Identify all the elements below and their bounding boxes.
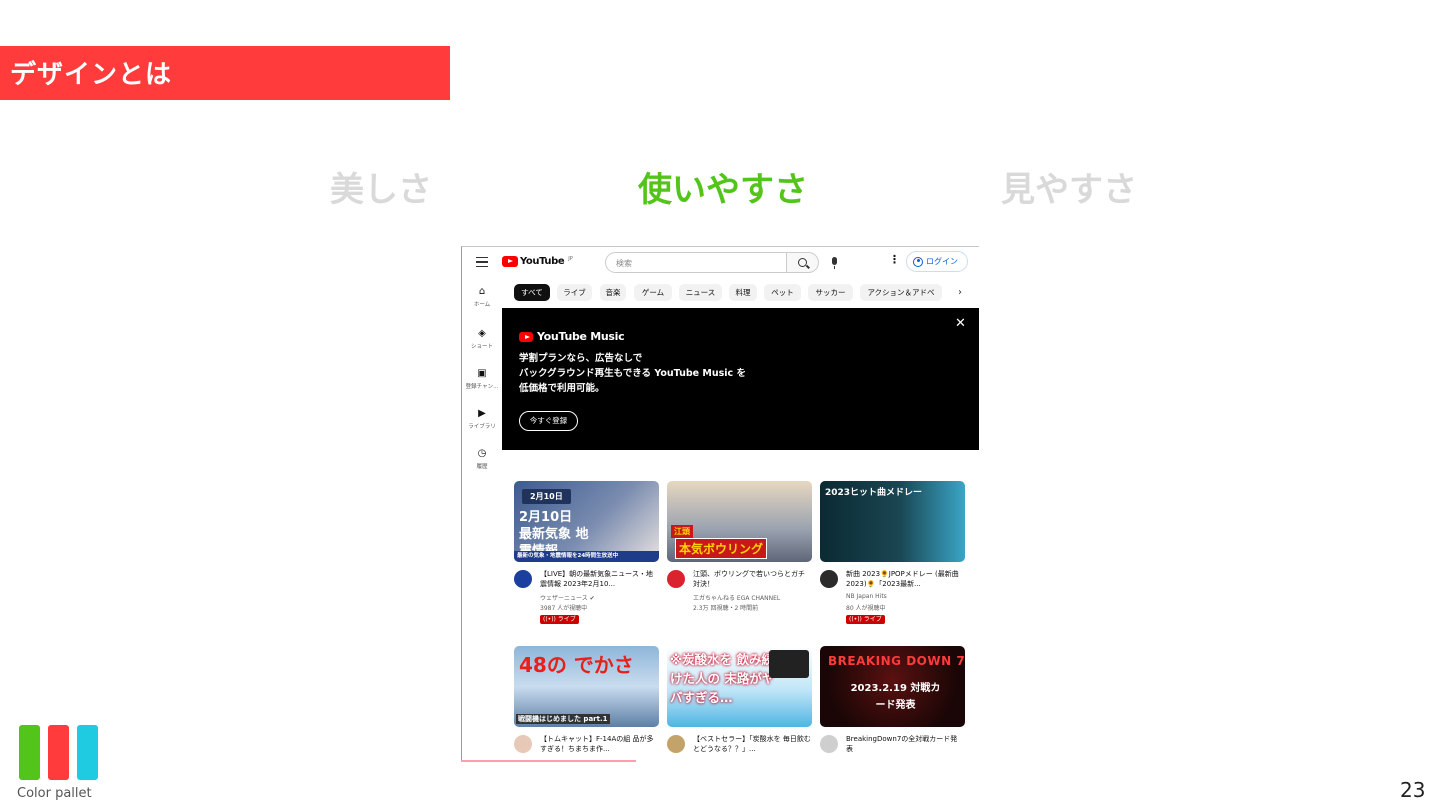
sidebar-item-label: 履歴 (476, 464, 488, 470)
chip-all[interactable]: すべて (514, 284, 550, 301)
youtube-logo[interactable]: YouTube JP (502, 256, 573, 267)
thumb-date: 2月10日 (522, 489, 571, 504)
history-icon: ◷ (477, 448, 487, 459)
thumb-caption: 戦闘機はじめました part.1 (516, 714, 610, 724)
channel-name[interactable]: ウェザーニュース ✔ (540, 593, 595, 602)
more-options-icon[interactable]: ⋮ (889, 254, 900, 265)
sidebar-item-home[interactable]: ⌂ ホーム (462, 286, 502, 309)
account-icon (913, 256, 923, 267)
channel-avatar[interactable] (514, 570, 532, 588)
palette-label: Color pallet (17, 786, 92, 801)
slide-title: デザインとは (10, 60, 173, 90)
play-icon (519, 331, 533, 342)
category-chips: すべて ライブ 音楽 ゲーム ニュース 料理 ペット サッカー アクション＆アド… (514, 284, 979, 302)
palette-swatch-cyan (77, 725, 98, 780)
book-cover-image (769, 650, 809, 678)
live-badge: ((•)) ライブ (540, 615, 579, 624)
youtube-logo-text: YouTube (520, 256, 565, 267)
youtube-header: YouTube JP 検索 ⋮ ログイン (462, 247, 979, 279)
scroll-indicator (461, 760, 636, 762)
tab-usability[interactable]: 使いやすさ (638, 162, 808, 211)
channel-avatar[interactable] (820, 570, 838, 588)
thumb-caption: 最新の気象・地震情報を24時間生放送中 (514, 551, 659, 562)
video-title[interactable]: BreakingDown7の全対戦カード発表 (846, 734, 964, 754)
chip-action[interactable]: アクション＆アドベ (860, 284, 942, 301)
subscriptions-icon: ▣ (477, 368, 487, 379)
youtube-music-banner: YouTube Music 学割プランなら、広告なしで バックグラウンド再生もで… (502, 308, 979, 450)
sidebar-item-shorts[interactable]: ◈ ショート (462, 328, 502, 351)
live-badge: ((•)) ライブ (846, 615, 885, 624)
thumb-headline: 48の でかさ (519, 653, 634, 677)
youtube-music-logo: YouTube Music (519, 330, 625, 343)
tab-visibility[interactable]: 見やすさ (1001, 162, 1137, 211)
chip-pets[interactable]: ペット (764, 284, 801, 301)
youtube-music-logo-text: YouTube Music (537, 330, 625, 343)
channel-name[interactable]: エガちゃんねる EGA CHANNEL (693, 593, 780, 602)
close-icon[interactable]: ✕ (955, 316, 966, 331)
sidebar-item-label: ホーム (473, 302, 491, 308)
search-input[interactable]: 検索 (605, 252, 787, 273)
video-thumbnail[interactable]: 江頭 本気ボウリング (667, 481, 812, 562)
play-icon (502, 256, 518, 267)
home-icon: ⌂ (478, 286, 486, 297)
channel-name[interactable]: NB Japan Hits (846, 593, 887, 600)
chip-cooking[interactable]: 料理 (729, 284, 757, 301)
youtube-screenshot: YouTube JP 検索 ⋮ ログイン すべて ライブ 音楽 ゲーム ニュース… (461, 246, 979, 762)
slide-title-bar: デザインとは (0, 46, 450, 100)
region-code: JP (568, 256, 573, 262)
view-count: 3987 人が視聴中 (540, 605, 588, 612)
video-thumbnail[interactable]: 48の でかさ 戦闘機はじめました part.1 (514, 646, 659, 727)
channel-avatar[interactable] (820, 735, 838, 753)
banner-text-line1: 学割プランなら、広告なしで (519, 353, 643, 364)
video-title[interactable]: 【トムキャット】F-14Aの組 品が多すぎる！ちまちま作... (540, 734, 658, 754)
sidebar-item-label: ショート (470, 344, 493, 350)
video-thumbnail[interactable]: 2023ヒット曲メドレー (820, 481, 965, 562)
chip-soccer[interactable]: サッカー (808, 284, 853, 301)
video-thumbnail[interactable]: 2月10日 2月10日 最新気象 地震情報 最新の気象・地震情報を24時間生放送… (514, 481, 659, 562)
chip-game[interactable]: ゲーム (634, 284, 672, 301)
palette-swatch-red (48, 725, 69, 780)
sidebar-item-label: 登録チャン... (465, 384, 499, 390)
page-number: 23 (1400, 778, 1426, 802)
thumb-headline: 2023ヒット曲メドレー (825, 488, 923, 498)
video-title[interactable]: 【ベストセラー】「炭酸水を 毎日飲むとどうなる？？」... (693, 734, 811, 754)
view-count: 80 人が視聴中 (846, 605, 886, 612)
video-title[interactable]: 【LIVE】朝の最新気象ニュース・地震情報 2023年2月10... (540, 569, 658, 589)
sidebar-item-subscriptions[interactable]: ▣ 登録チャン... (462, 368, 502, 391)
thumb-tag: 江頭 (671, 525, 693, 538)
banner-text-line2: バックグラウンド再生もできる YouTube Music を (519, 368, 746, 379)
subscribe-now-button[interactable]: 今すぐ登録 (519, 411, 578, 431)
video-title[interactable]: 新曲 2023🌻JPOPメドレー (最新曲 2023)🌻「2023最新... (846, 569, 964, 589)
thumb-headline: 本気ボウリング (675, 538, 768, 559)
channel-avatar[interactable] (514, 735, 532, 753)
chip-news[interactable]: ニュース (679, 284, 722, 301)
thumb-caption: 2023.2.19 対戦カード発表 (850, 683, 941, 711)
sidebar-item-label: ライブラリ (468, 424, 496, 430)
thumb-headline: BREAKING DOWN 7 (828, 654, 965, 668)
palette-swatch-green (19, 725, 40, 780)
tab-beauty[interactable]: 美しさ (330, 162, 432, 211)
sidebar-item-history[interactable]: ◷ 履歴 (462, 448, 502, 471)
channel-avatar[interactable] (667, 735, 685, 753)
video-thumbnail[interactable]: ※炭酸水を 飲み続けた人の 末路がヤバすぎる… (667, 646, 812, 727)
view-count: 2.3万 回視聴・2 時間前 (693, 605, 759, 612)
chip-music[interactable]: 音楽 (600, 284, 626, 301)
thumb-headline: ※炭酸水を 飲み続けた人の 末路がヤバすぎる… (670, 652, 775, 705)
sidebar-item-library[interactable]: ▶ ライブラリ (462, 408, 502, 431)
channel-avatar[interactable] (667, 570, 685, 588)
shorts-icon: ◈ (478, 328, 486, 339)
chevron-right-icon[interactable]: › (958, 287, 962, 298)
login-button[interactable]: ログイン (906, 251, 968, 272)
login-label: ログイン (926, 257, 958, 266)
video-thumbnail[interactable]: BREAKING DOWN 7 2023.2.19 対戦カード発表 (820, 646, 965, 727)
search-button[interactable] (787, 252, 819, 273)
menu-icon[interactable] (476, 257, 488, 267)
library-icon: ▶ (478, 408, 486, 419)
chip-live[interactable]: ライブ (557, 284, 592, 301)
topic-tabs: 美しさ 使いやすさ 見やすさ (0, 162, 1440, 210)
banner-text-line3: 低価格で利用可能。 (519, 383, 605, 394)
mic-icon[interactable] (832, 257, 837, 269)
video-title[interactable]: 江頭、ボウリングで若いつらとガチ対決！ (693, 569, 811, 589)
